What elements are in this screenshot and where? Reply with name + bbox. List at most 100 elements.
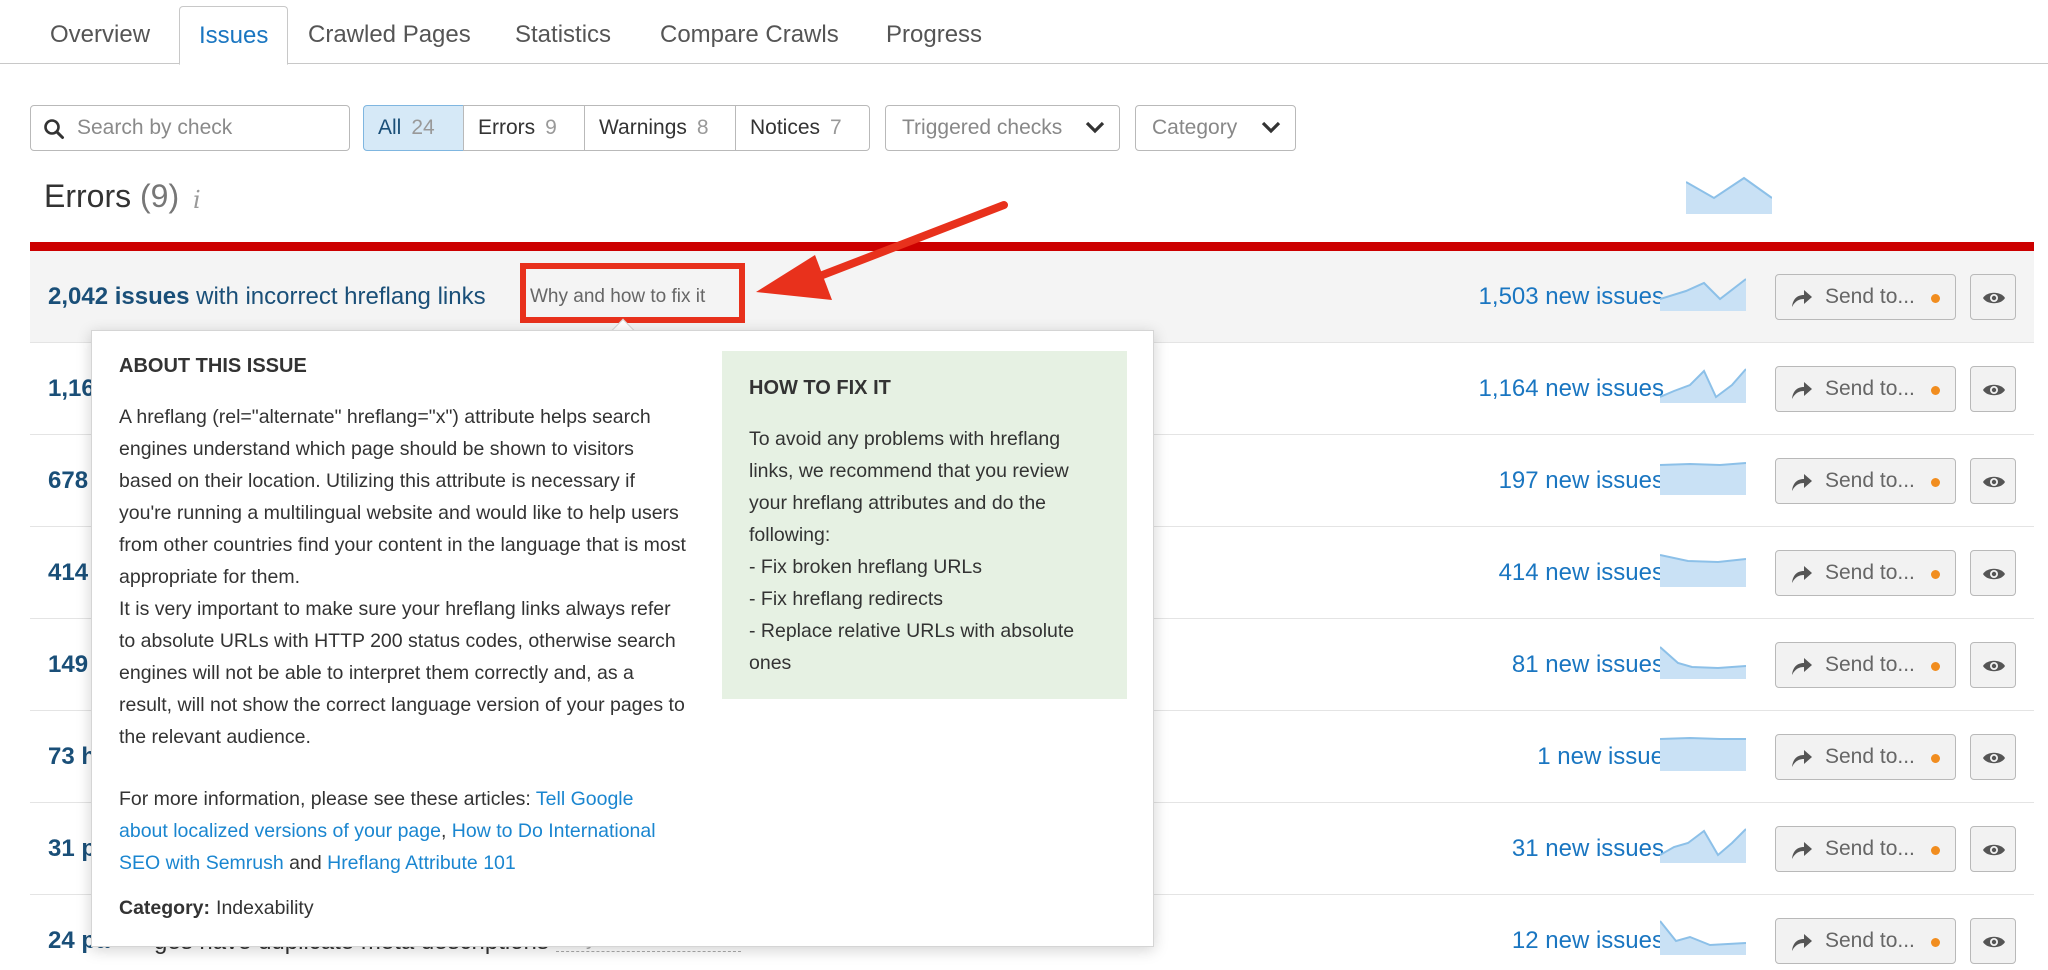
category-value: Indexability (216, 897, 314, 919)
issue-count[interactable]: 149 (48, 651, 88, 678)
issue-count[interactable]: 31 p (48, 835, 96, 862)
send-to-label: Send to... (1825, 929, 1915, 952)
fix-text: To avoid any problems with hreflang link… (749, 423, 1104, 679)
new-issues-link[interactable]: 1,164 new issues (1479, 373, 1664, 405)
issue-trend-sparkline (1660, 462, 1746, 495)
send-to-button[interactable]: Send to... (1775, 550, 1956, 596)
send-to-button[interactable]: Send to... (1775, 458, 1956, 504)
notification-dot (1931, 386, 1940, 395)
send-to-button[interactable]: Send to... (1775, 734, 1956, 780)
tab-crawled-pages[interactable]: Crawled Pages (289, 6, 490, 64)
issue-count[interactable]: 678 (48, 467, 88, 494)
send-to-button[interactable]: Send to... (1775, 918, 1956, 964)
filter-errors[interactable]: Errors 9 (463, 105, 585, 151)
send-to-button[interactable]: Send to... (1775, 366, 1956, 412)
how-to-fix-panel: HOW TO FIX IT To avoid any problems with… (722, 351, 1127, 699)
about-paragraph: It is very important to make sure your h… (119, 598, 685, 748)
tab-progress[interactable]: Progress (867, 6, 1001, 64)
hide-issue-button[interactable] (1970, 918, 2016, 964)
errors-heading-title: Errors (44, 178, 132, 214)
issue-count[interactable]: 73 h (48, 743, 96, 770)
eye-icon (1983, 936, 2005, 948)
share-arrow-icon (1792, 566, 1812, 583)
hide-issue-button[interactable] (1970, 642, 2016, 688)
new-issues-link[interactable]: 31 new issues (1512, 833, 1664, 865)
send-to-button[interactable]: Send to... (1775, 642, 1956, 688)
filter-errors-label: Errors (478, 116, 536, 139)
share-arrow-icon (1792, 842, 1812, 859)
search-box[interactable] (30, 105, 350, 151)
new-issues-link[interactable]: 81 new issues (1512, 649, 1664, 681)
new-issues-link[interactable]: 414 new issues (1499, 557, 1664, 589)
errors-trend-sparkline (1686, 176, 1772, 214)
filter-notices[interactable]: Notices 7 (735, 105, 870, 151)
tab-issues[interactable]: Issues (179, 6, 289, 65)
category-dropdown[interactable]: Category (1135, 105, 1296, 151)
send-to-label: Send to... (1825, 285, 1915, 308)
issue-title[interactable]: 414 (48, 557, 88, 589)
send-to-label: Send to... (1825, 561, 1915, 584)
issue-title[interactable]: 73 h (48, 741, 96, 773)
hide-issue-button[interactable] (1970, 550, 2016, 596)
issue-trend-sparkline (1660, 920, 1746, 955)
chevron-down-icon (1085, 121, 1105, 134)
issue-title[interactable]: 2,042 issues with incorrect hreflang lin… (48, 281, 486, 313)
new-issues-link[interactable]: 1 new issue (1537, 741, 1664, 773)
triggered-checks-dropdown[interactable]: Triggered checks (885, 105, 1120, 151)
hide-issue-button[interactable] (1970, 458, 2016, 504)
hide-issue-button[interactable] (1970, 826, 2016, 872)
new-issues-link[interactable]: 197 new issues (1499, 465, 1664, 497)
issue-title[interactable]: 149 (48, 649, 88, 681)
info-icon[interactable]: i (193, 186, 201, 214)
notification-dot (1931, 478, 1940, 487)
hide-issue-button[interactable] (1970, 366, 2016, 412)
search-input[interactable] (77, 114, 337, 142)
eye-icon (1983, 660, 2005, 672)
send-to-label: Send to... (1825, 745, 1915, 768)
issue-count[interactable]: 414 (48, 559, 88, 586)
filter-warnings[interactable]: Warnings 8 (584, 105, 736, 151)
filter-notices-count: 7 (830, 116, 842, 139)
more-info-prefix: For more information, please see these a… (119, 788, 536, 810)
fix-item: - Replace relative URLs with absolute on… (749, 620, 1075, 674)
issue-title[interactable]: 678 (48, 465, 88, 497)
eye-icon (1983, 752, 2005, 764)
errors-heading-count: (9) (140, 178, 180, 214)
share-arrow-icon (1792, 382, 1812, 399)
eye-icon (1983, 476, 2005, 488)
article-link-hreflang-101[interactable]: Hreflang Attribute 101 (327, 852, 516, 874)
issue-count[interactable]: 1,16 (48, 375, 95, 402)
issue-count[interactable]: 2,042 issues (48, 283, 189, 310)
filter-warnings-label: Warnings (599, 116, 687, 139)
about-text: A hreflang (rel="alternate" hreflang="x"… (119, 401, 687, 753)
filter-warnings-count: 8 (696, 116, 709, 139)
tab-statistics[interactable]: Statistics (496, 6, 630, 64)
eye-icon (1983, 384, 2005, 396)
new-issues-link[interactable]: 12 new issues (1512, 925, 1664, 957)
eye-icon (1983, 292, 2005, 304)
filter-all-count: 24 (411, 116, 435, 139)
share-arrow-icon (1792, 750, 1812, 767)
send-to-button[interactable]: Send to... (1775, 274, 1956, 320)
share-arrow-icon (1792, 290, 1812, 307)
send-to-button[interactable]: Send to... (1775, 826, 1956, 872)
about-heading: ABOUT THIS ISSUE (119, 355, 307, 377)
send-to-label: Send to... (1825, 837, 1915, 860)
about-paragraph: A hreflang (rel="alternate" hreflang="x"… (119, 406, 686, 588)
filter-all[interactable]: All 24 (363, 105, 464, 151)
more-info-text: For more information, please see these a… (119, 783, 687, 879)
eye-icon (1983, 568, 2005, 580)
notification-dot (1931, 938, 1940, 947)
issue-trend-sparkline (1660, 554, 1746, 587)
issue-trend-sparkline (1660, 368, 1746, 403)
category-info: Category: Indexability (119, 897, 314, 920)
tab-compare-crawls[interactable]: Compare Crawls (641, 6, 858, 64)
hide-issue-button[interactable] (1970, 274, 2016, 320)
issue-title[interactable]: 31 p (48, 833, 96, 865)
tab-overview[interactable]: Overview (31, 6, 169, 64)
notification-dot (1931, 570, 1940, 579)
new-issues-link[interactable]: 1,503 new issues (1479, 281, 1664, 313)
send-to-label: Send to... (1825, 653, 1915, 676)
issue-title[interactable]: 1,16 (48, 373, 95, 405)
hide-issue-button[interactable] (1970, 734, 2016, 780)
